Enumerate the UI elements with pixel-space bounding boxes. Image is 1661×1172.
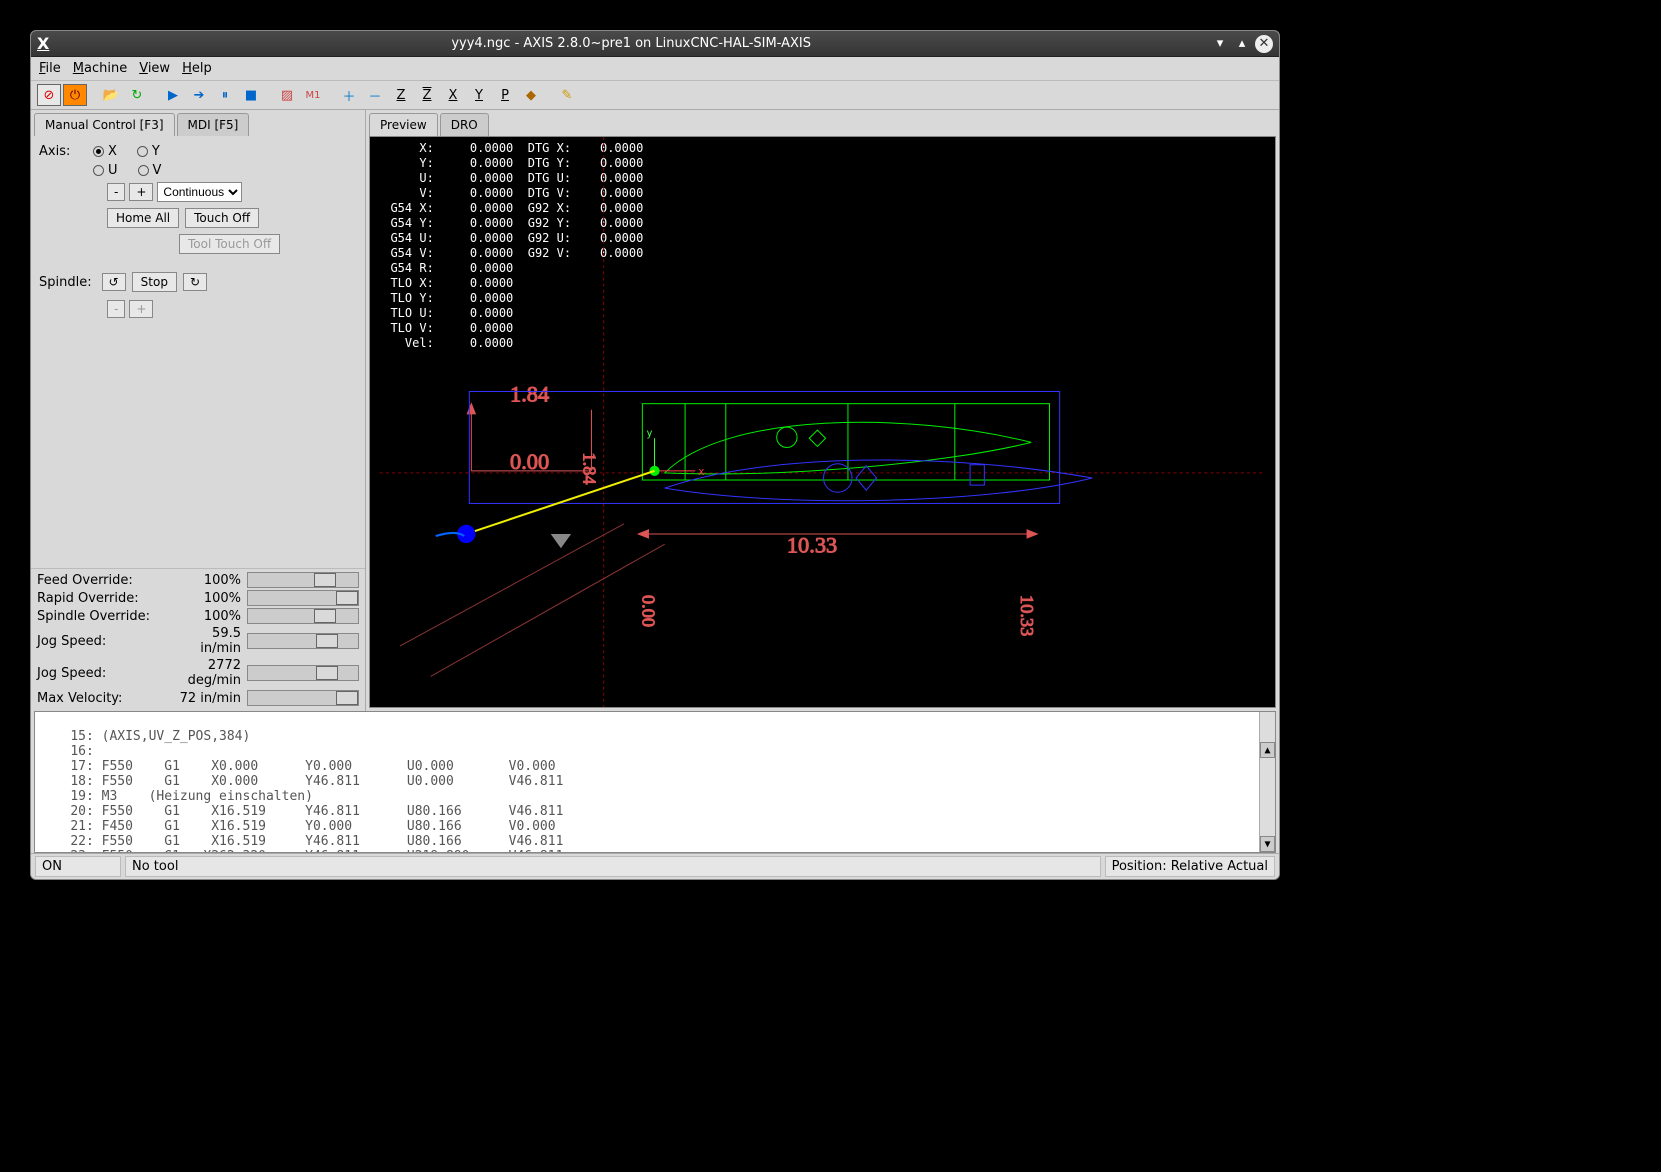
clear-plot-icon[interactable]: ✎ — [555, 84, 579, 106]
axis-label: Axis: — [39, 144, 87, 159]
feed-override-slider[interactable] — [247, 572, 359, 588]
stop-icon[interactable]: ■ — [239, 84, 263, 106]
power-icon[interactable]: ⏻ — [63, 84, 87, 106]
dim-y0: 0.00 — [638, 595, 658, 627]
radio-u[interactable]: U — [93, 163, 118, 178]
view-iso-icon[interactable]: ◆ — [519, 84, 543, 106]
dim-w2: 10.33 — [1017, 595, 1037, 636]
spindle-override-slider[interactable] — [247, 608, 359, 624]
minimize-button[interactable]: ▾ — [1211, 35, 1229, 53]
svg-text:y: y — [646, 428, 652, 439]
rapid-override-value: 100% — [169, 591, 247, 606]
zoom-out-icon[interactable]: － — [363, 84, 387, 106]
view-z-icon[interactable]: Z — [389, 84, 413, 106]
spindle-stop-button[interactable]: Stop — [132, 272, 177, 292]
jog-speed-1-label: Jog Speed: — [37, 634, 169, 649]
tab-dro[interactable]: DRO — [440, 113, 489, 136]
jog-speed-1-slider[interactable] — [247, 633, 359, 649]
jog-speed-2-value: 2772 deg/min — [169, 658, 247, 688]
spindle-label: Spindle: — [39, 275, 92, 290]
view-p-icon[interactable]: P — [493, 84, 517, 106]
statusbar: ON No tool Position: Relative Actual — [31, 853, 1279, 879]
menu-machine[interactable]: Machine — [73, 61, 127, 76]
jog-speed-1-value: 59.5 in/min — [169, 626, 247, 656]
toolbar: ⊘ ⏻ 📂 ↻ ▶ ➔ ⏸ ■ ▨ M1 ＋ － Z Z X Y P ◆ ✎ — [31, 81, 1279, 110]
spindle-plus-button[interactable]: + — [129, 300, 153, 318]
svg-text:x: x — [698, 467, 704, 478]
touch-off-button[interactable]: Touch Off — [185, 208, 259, 228]
dim-h2: 1.84 — [579, 453, 599, 485]
status-machine: ON — [35, 856, 121, 877]
optstop-icon[interactable]: M1 — [301, 84, 325, 106]
overrides-panel: Feed Override:100% Rapid Override:100% S… — [31, 568, 365, 711]
preview-tabs: Preview DRO — [366, 110, 1279, 136]
jog-speed-2-label: Jog Speed: — [37, 666, 169, 681]
radio-y[interactable]: Y — [137, 144, 160, 159]
gcode-listing[interactable]: 15: (AXIS,UV_Z_POS,384) 16: 17: F550 G1 … — [34, 711, 1276, 853]
home-all-button[interactable]: Home All — [107, 208, 179, 228]
rapid-override-label: Rapid Override: — [37, 591, 169, 606]
reload-icon[interactable]: ↻ — [125, 84, 149, 106]
dim-x0: 0.00 — [510, 449, 549, 474]
jog-minus-button[interactable]: - — [107, 183, 125, 201]
step-icon[interactable]: ➔ — [187, 84, 211, 106]
window-title: yyy4.ngc - AXIS 2.8.0~pre1 on LinuxCNC-H… — [55, 36, 1207, 51]
status-tool: No tool — [125, 856, 1101, 877]
spindle-override-value: 100% — [169, 609, 247, 624]
max-velocity-value: 72 in/min — [169, 691, 247, 706]
scroll-down-icon[interactable]: ▼ — [1260, 836, 1275, 852]
radio-v[interactable]: V — [138, 163, 162, 178]
pause-icon[interactable]: ⏸ — [213, 84, 237, 106]
tab-mdi[interactable]: MDI [F5] — [177, 113, 250, 136]
tab-manual[interactable]: Manual Control [F3] — [34, 113, 175, 136]
maximize-button[interactable]: ▴ — [1233, 35, 1251, 53]
play-icon[interactable]: ▶ — [161, 84, 185, 106]
estop-icon[interactable]: ⊘ — [37, 84, 61, 106]
jog-mode-select[interactable]: Continuous — [157, 182, 242, 202]
max-velocity-label: Max Velocity: — [37, 691, 169, 706]
zoom-in-icon[interactable]: ＋ — [337, 84, 361, 106]
status-position: Position: Relative Actual — [1105, 856, 1275, 877]
menubar: File Machine View Help — [31, 57, 1279, 81]
dim-h1: 1.84 — [510, 382, 549, 407]
view-x-icon[interactable]: X — [441, 84, 465, 106]
view-y-icon[interactable]: Y — [467, 84, 491, 106]
max-velocity-slider[interactable] — [247, 690, 359, 706]
feed-override-value: 100% — [169, 573, 247, 588]
menu-file[interactable]: File — [39, 61, 61, 76]
preview-canvas[interactable]: X: 0.0000 DTG X: 0.0000 Y: 0.0000 DTG Y:… — [369, 136, 1276, 708]
spindle-minus-button[interactable]: - — [107, 300, 125, 318]
spindle-ccw-button[interactable]: ↺ — [102, 273, 126, 291]
rapid-override-slider[interactable] — [247, 590, 359, 606]
feed-override-label: Feed Override: — [37, 573, 169, 588]
tool-touch-off-button[interactable]: Tool Touch Off — [179, 234, 280, 254]
menu-help[interactable]: Help — [182, 61, 212, 76]
jog-plus-button[interactable]: + — [129, 183, 153, 201]
tab-preview[interactable]: Preview — [369, 113, 438, 136]
blockskip-icon[interactable]: ▨ — [275, 84, 299, 106]
gcode-scrollbar[interactable]: ▲ ▼ — [1259, 712, 1275, 852]
open-icon[interactable]: 📂 — [99, 84, 123, 106]
app-icon: X — [37, 34, 49, 53]
close-button[interactable]: ✕ — [1255, 35, 1273, 53]
dim-w1: 10.33 — [787, 532, 837, 557]
spindle-cw-button[interactable]: ↻ — [183, 273, 207, 291]
radio-x[interactable]: X — [93, 144, 117, 159]
jog-speed-2-slider[interactable] — [247, 665, 359, 681]
spindle-override-label: Spindle Override: — [37, 609, 169, 624]
menu-view[interactable]: View — [139, 61, 170, 76]
view-z2-icon[interactable]: Z — [415, 84, 439, 106]
left-tabs: Manual Control [F3] MDI [F5] — [31, 110, 365, 136]
titlebar: X yyy4.ngc - AXIS 2.8.0~pre1 on LinuxCNC… — [31, 31, 1279, 57]
